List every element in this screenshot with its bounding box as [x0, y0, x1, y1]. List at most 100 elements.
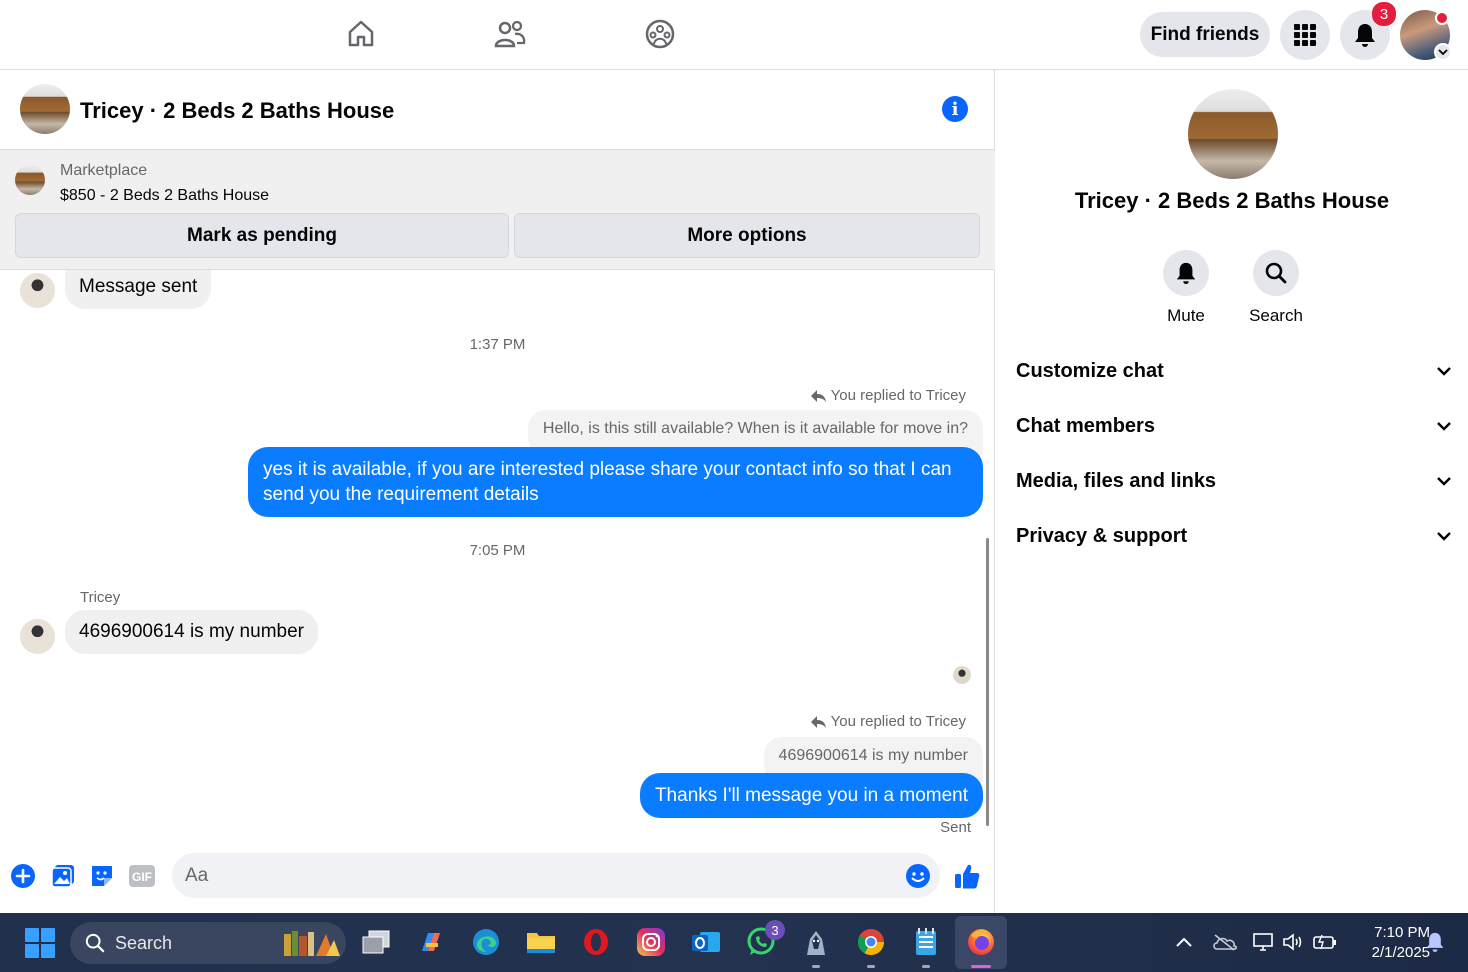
section-label: Media, files and links — [1016, 469, 1217, 492]
conversation-title: Tricey · 2 Beds 2 Baths House — [1074, 188, 1390, 213]
game-app-icon[interactable] — [800, 926, 832, 958]
top-navigation-bar: Find friends 3 — [0, 0, 1468, 70]
scrollbar[interactable] — [986, 538, 989, 826]
timestamp: 7:05 PM — [469, 542, 526, 559]
message-status: Sent — [940, 819, 971, 836]
timestamp: 1:37 PM — [469, 336, 526, 353]
reply-label: You replied to Tricey — [830, 713, 966, 730]
chevron-down-icon — [1437, 421, 1451, 431]
reply-icon — [810, 389, 826, 402]
sender-avatar[interactable] — [20, 619, 55, 654]
section-label: Customize chat — [1016, 359, 1164, 382]
chevron-down-icon[interactable] — [1434, 43, 1452, 61]
instagram-icon[interactable] — [635, 926, 667, 958]
photo-icon[interactable] — [49, 862, 77, 890]
onedrive-offline-icon[interactable] — [1212, 931, 1238, 953]
conversation-details-panel: Tricey · 2 Beds 2 Baths House Mute Searc… — [996, 70, 1468, 913]
search-icon — [85, 933, 105, 953]
read-receipt-avatar — [953, 666, 971, 684]
message-composer: GIF — [0, 840, 995, 913]
marketplace-bar: Marketplace $850 - 2 Beds 2 Baths House … — [0, 150, 995, 270]
windows-taskbar: Search 3 7:10 PM 2/1/2025 — [0, 913, 1468, 972]
more-options-button[interactable]: More options — [514, 213, 980, 258]
reply-icon — [810, 715, 826, 728]
chat-title[interactable]: Tricey · 2 Beds 2 Baths House — [80, 98, 394, 124]
sender-name: Tricey — [80, 589, 121, 606]
info-icon[interactable]: i — [942, 96, 968, 122]
battery-icon[interactable] — [1312, 931, 1338, 953]
chat-avatar[interactable] — [20, 84, 70, 134]
clock-time: 7:10 PM — [1374, 924, 1430, 941]
notification-bell-icon[interactable] — [1424, 931, 1446, 953]
whatsapp-icon[interactable]: 3 — [745, 920, 785, 958]
windows-start-icon[interactable] — [25, 928, 55, 958]
sticker-icon[interactable] — [88, 862, 116, 890]
chevron-up-icon[interactable] — [1173, 931, 1195, 953]
home-icon[interactable] — [344, 17, 378, 51]
groups-icon[interactable] — [643, 17, 677, 51]
mute-label: Mute — [1167, 306, 1205, 325]
chevron-down-icon — [1437, 366, 1451, 376]
search-icon — [1265, 262, 1287, 284]
friends-icon[interactable] — [493, 17, 527, 51]
message-list: Message sent 1:37 PM You replied to Tric… — [0, 270, 995, 840]
thumbs-up-icon[interactable] — [952, 862, 982, 890]
active-indicator — [971, 965, 991, 968]
clock-date: 2/1/2025 — [1371, 944, 1430, 961]
mark-as-pending-button[interactable]: Mark as pending — [15, 213, 509, 258]
outlook-icon[interactable] — [690, 926, 722, 958]
gif-icon[interactable]: GIF — [128, 862, 156, 890]
reply-indicator: You replied to Tricey — [810, 387, 966, 404]
menu-grid-icon[interactable] — [1280, 10, 1330, 60]
network-icon[interactable] — [1253, 931, 1275, 953]
bell-icon — [1355, 24, 1375, 47]
section-media-files-links[interactable]: Media, files and links — [1016, 461, 1451, 501]
sender-avatar[interactable] — [20, 273, 55, 308]
reply-indicator: You replied to Tricey — [810, 713, 966, 730]
copilot-icon[interactable] — [415, 926, 447, 958]
running-indicator — [867, 965, 875, 968]
section-chat-members[interactable]: Chat members — [1016, 406, 1451, 446]
firefox-icon[interactable] — [965, 926, 997, 958]
chevron-down-icon — [1437, 531, 1451, 541]
sent-message-bubble[interactable]: Thanks I'll message you in a moment — [639, 773, 983, 818]
section-label: Chat members — [1016, 414, 1155, 437]
whatsapp-badge: 3 — [765, 920, 785, 940]
opera-icon[interactable] — [580, 926, 612, 958]
section-privacy-support[interactable]: Privacy & support — [1016, 516, 1451, 556]
reply-label: You replied to Tricey — [830, 387, 966, 404]
section-customize-chat[interactable]: Customize chat — [1016, 351, 1451, 391]
notifications-button[interactable]: 3 — [1340, 2, 1396, 60]
mute-button[interactable]: Mute — [1141, 250, 1231, 326]
books-widget-icon — [284, 931, 340, 956]
taskbar-search[interactable]: Search — [70, 922, 346, 964]
chat-header: Tricey · 2 Beds 2 Baths House i — [0, 70, 995, 150]
search-label: Search — [1249, 306, 1303, 325]
search-conversation-button[interactable]: Search — [1231, 250, 1321, 326]
sent-message-bubble[interactable]: yes it is available, if you are interest… — [248, 447, 983, 517]
listing-title[interactable]: $850 - 2 Beds 2 Baths House — [60, 187, 269, 205]
chevron-down-icon — [1437, 476, 1451, 486]
received-message-bubble[interactable]: 4696900614 is my number — [65, 610, 318, 654]
conversation-avatar[interactable] — [1188, 89, 1278, 179]
message-input[interactable] — [172, 853, 940, 898]
chat-window: Tricey · 2 Beds 2 Baths House i Marketpl… — [0, 70, 995, 913]
chrome-icon[interactable] — [855, 926, 887, 958]
emoji-icon[interactable] — [904, 862, 932, 890]
find-friends-button[interactable]: Find friends — [1140, 12, 1270, 57]
taskbar-search-label: Search — [115, 932, 173, 953]
notepad-icon[interactable] — [910, 926, 942, 958]
edge-icon[interactable] — [470, 926, 502, 958]
listing-thumbnail[interactable] — [15, 165, 45, 195]
system-clock[interactable]: 7:10 PM 2/1/2025 — [1340, 923, 1430, 963]
message-bubble[interactable]: Message sent — [65, 270, 212, 309]
task-view-icon[interactable] — [360, 926, 392, 958]
plus-icon[interactable] — [9, 862, 37, 890]
marketplace-label: Marketplace — [60, 162, 148, 179]
running-indicator — [922, 965, 930, 968]
volume-icon[interactable] — [1282, 931, 1304, 953]
file-explorer-icon[interactable] — [525, 926, 557, 958]
bell-icon — [1176, 262, 1196, 284]
running-indicator — [812, 965, 820, 968]
notification-count-badge: 3 — [1372, 2, 1396, 26]
